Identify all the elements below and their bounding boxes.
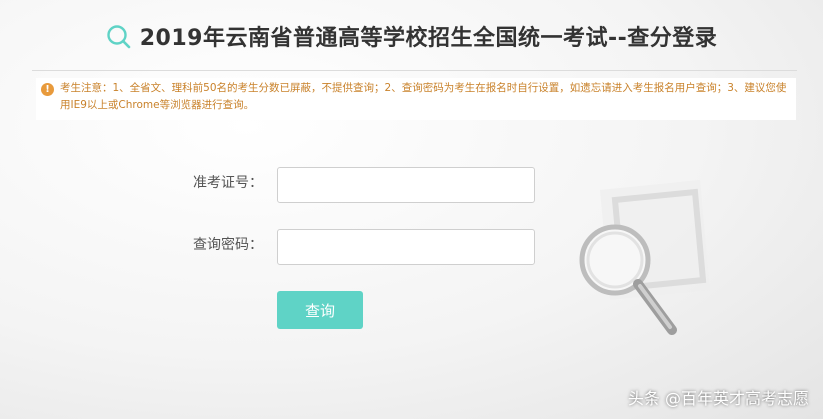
notice-text: 考生注意：1、全省文、理科前50名的考生分数已屏蔽，不提供查询；2、查询密码为考… — [60, 82, 787, 111]
warning-icon: ! — [41, 83, 54, 96]
search-icon — [107, 25, 131, 49]
page-title: 2019年云南省普通高等学校招生全国统一考试--查分登录 — [139, 26, 718, 51]
password-label: 查询密码： — [193, 237, 263, 253]
notice-box: ! 考生注意：1、全省文、理科前50名的考生分数已屏蔽，不提供查询；2、查询密码… — [36, 78, 796, 120]
password-input[interactable] — [277, 229, 535, 265]
magnifier-icon — [579, 180, 710, 335]
header-divider — [32, 70, 797, 71]
watermark: 头条 @百年英才高考志愿 — [627, 389, 809, 408]
exam-id-input[interactable] — [277, 167, 535, 203]
query-button[interactable]: 查询 — [277, 291, 363, 329]
page-header: 2019年云南省普通高等学校招生全国统一考试--查分登录 — [0, 0, 823, 72]
exam-id-label: 准考证号： — [193, 175, 263, 191]
